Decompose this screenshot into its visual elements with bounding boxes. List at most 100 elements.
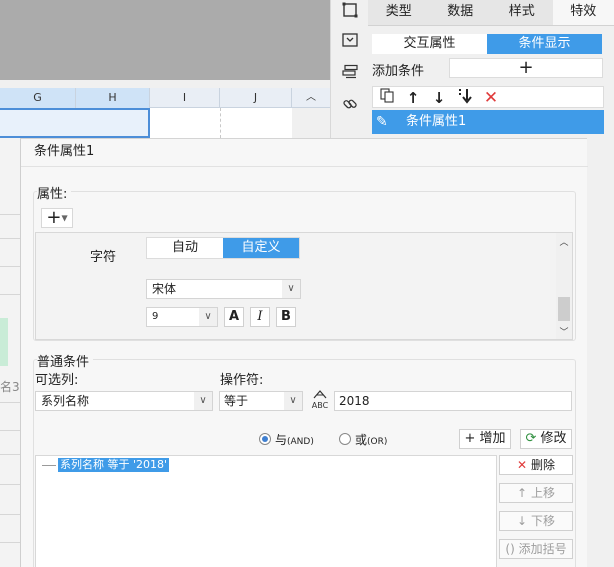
tab-effects[interactable]: 特效	[552, 0, 614, 25]
arrow-up-icon[interactable]: ↑	[403, 88, 423, 108]
value-type-icon[interactable]: ABC	[309, 389, 331, 411]
italic-button[interactable]: I	[250, 307, 270, 327]
attribute-scrollbar[interactable]: ︿ ﹀	[556, 233, 572, 339]
radio-or[interactable]: 或(OR)	[339, 432, 388, 447]
mode-custom-button[interactable]: 自定义	[223, 238, 299, 258]
modify-condition-button[interactable]: ⟳ 修改	[520, 429, 572, 449]
condition-item-label: 条件属性1	[406, 114, 467, 129]
caret-down-icon: ▼	[61, 213, 68, 223]
font-color-button[interactable]: A	[224, 307, 244, 327]
arrow-up-icon: ↑	[517, 486, 528, 500]
column-header-i[interactable]: I	[150, 88, 220, 108]
bracket-icon: ()	[505, 542, 515, 556]
chevron-down-icon: ∨	[199, 308, 217, 326]
row-line	[0, 294, 20, 295]
row-line	[0, 266, 20, 267]
add-bracket-button[interactable]: () 添加括号	[499, 539, 573, 559]
grid-line	[220, 108, 221, 138]
side-icon-strip	[330, 0, 368, 140]
plus-icon: +	[464, 431, 480, 446]
type-icon-text: ABC	[311, 401, 329, 410]
column-header-g[interactable]: G	[0, 88, 76, 108]
link-icon[interactable]	[340, 94, 360, 114]
radio-and-control[interactable]	[259, 433, 271, 445]
operator-select-value: 等于	[224, 394, 249, 408]
selected-cells[interactable]	[0, 108, 150, 138]
edit-icon: ⟳	[525, 431, 537, 446]
move-bottom-icon[interactable]	[455, 88, 475, 108]
delete-icon: ✕	[517, 458, 528, 472]
normal-conditions-label: 普通条件	[37, 351, 94, 370]
row-line	[0, 214, 20, 215]
radio-and[interactable]: 与(AND)	[259, 432, 314, 447]
add-condition-item-button[interactable]: + 增加	[459, 429, 511, 449]
condition-tree-item[interactable]: 系列名称 等于 '2018'	[58, 458, 170, 472]
column-select[interactable]: 系列名称 ∨	[35, 391, 213, 411]
effect-subtabs: 交互属性 条件显示	[372, 34, 602, 54]
column-label: 可选列:	[35, 373, 79, 388]
scroll-thumb[interactable]	[558, 297, 570, 321]
bold-button[interactable]: B	[276, 307, 296, 327]
move-up-button[interactable]: ↑ 上移	[499, 483, 573, 503]
scroll-down-icon[interactable]: ﹀	[556, 325, 572, 338]
tab-type[interactable]: 类型	[368, 0, 430, 25]
tree-connector	[42, 465, 56, 466]
column-header-bar: G H I J ︿	[0, 88, 330, 108]
title-divider	[21, 166, 588, 167]
row-line	[0, 402, 20, 403]
pencil-icon: ✎	[376, 114, 388, 130]
font-mode-switch: 自动 自定义	[146, 237, 300, 259]
subtab-conditional-display[interactable]: 条件显示	[487, 34, 602, 54]
scroll-up-arrow[interactable]: ︿	[292, 88, 330, 108]
column-header-j[interactable]: J	[220, 88, 292, 108]
row-line	[0, 430, 20, 431]
dialog-title: 条件属性1	[34, 144, 95, 159]
font-size-value: 9	[152, 311, 159, 322]
condition-list-item[interactable]: ✎ 条件属性1	[372, 110, 604, 134]
add-attribute-button[interactable]: +▼	[41, 208, 73, 228]
font-family-value: 宋体	[152, 282, 177, 296]
delete-condition-button[interactable]: ✕ 删除	[499, 455, 573, 475]
arrow-down-icon: ↓	[517, 514, 528, 528]
row-line	[0, 484, 20, 485]
subtab-interaction[interactable]: 交互属性	[372, 34, 487, 54]
font-label: 字符	[90, 250, 117, 265]
operator-label: 操作符:	[220, 373, 264, 388]
tab-data[interactable]: 数据	[430, 0, 492, 25]
condition-tree[interactable]: 系列名称 等于 '2018'	[35, 455, 497, 567]
dropdown-box-icon[interactable]	[340, 30, 360, 50]
chart-fragment	[0, 318, 8, 366]
layers-icon[interactable]	[340, 62, 360, 82]
row-line	[0, 238, 20, 239]
condition-properties-dialog: 条件属性1 属性: +▼ 字符 自动 自定义 宋体 ∨ 9 ∨ A I B ︿ …	[20, 138, 588, 567]
move-down-button[interactable]: ↓ 下移	[499, 511, 573, 531]
condition-value-input[interactable]: 2018	[334, 391, 572, 411]
arrow-down-icon[interactable]: ↓	[429, 88, 449, 108]
tab-style[interactable]: 样式	[491, 0, 553, 25]
chevron-down-icon: ∨	[282, 280, 300, 298]
column-header-h[interactable]: H	[76, 88, 150, 108]
attribute-editor: 字符 自动 自定义 宋体 ∨ 9 ∨ A I B ︿ ﹀	[35, 232, 573, 340]
delete-icon[interactable]: ✕	[481, 88, 501, 108]
grid-scrollbar[interactable]	[292, 108, 330, 138]
copy-icon[interactable]	[377, 88, 397, 108]
radio-or-control[interactable]	[339, 433, 351, 445]
plus-icon: +	[46, 207, 62, 228]
frame-icon[interactable]	[340, 0, 360, 20]
chevron-down-icon: ∨	[284, 392, 302, 410]
row-line	[0, 454, 20, 455]
font-size-select[interactable]: 9 ∨	[146, 307, 218, 327]
radio-or-label: 或(OR)	[355, 432, 388, 447]
clipped-label: 名3	[0, 380, 20, 394]
add-condition-button[interactable]: +	[449, 58, 603, 78]
font-family-select[interactable]: 宋体 ∨	[146, 279, 301, 299]
scroll-up-icon[interactable]: ︿	[556, 235, 572, 248]
mode-auto-button[interactable]: 自动	[147, 238, 223, 258]
row-line	[0, 514, 20, 515]
row-line	[0, 542, 20, 543]
attributes-section-label: 属性:	[37, 183, 72, 202]
column-select-value: 系列名称	[41, 394, 90, 408]
property-tabs: 类型 数据 样式 特效	[368, 0, 614, 26]
radio-and-label: 与(AND)	[275, 432, 314, 447]
operator-select[interactable]: 等于 ∨	[219, 391, 303, 411]
